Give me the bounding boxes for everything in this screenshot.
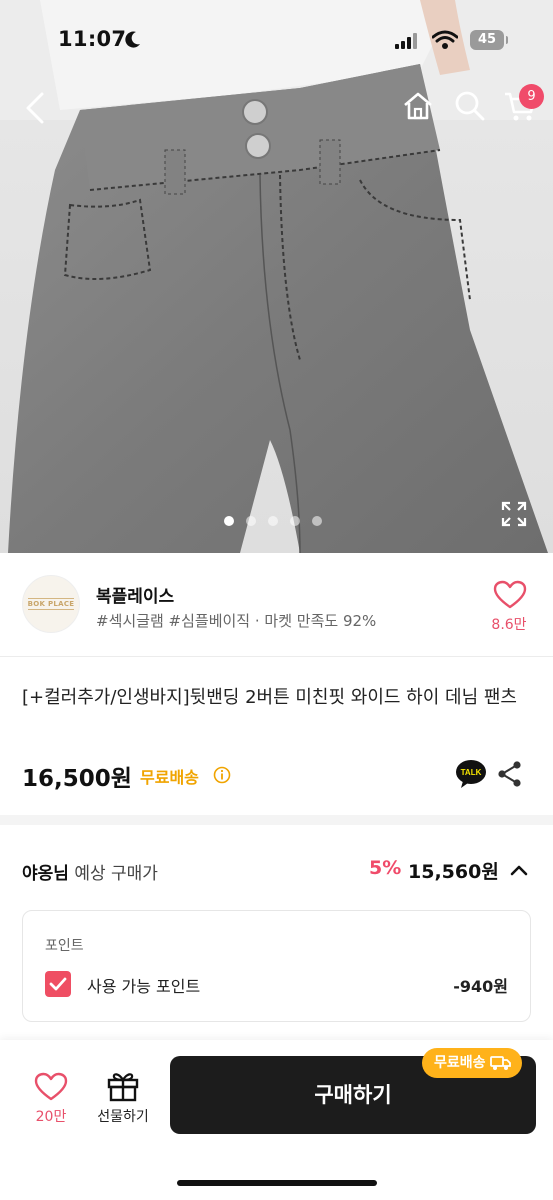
seller-tags: #섹시글램 #심플베이직 · 마켓 만족도 92% xyxy=(96,612,377,630)
free-shipping-badge-text: 무료배송 xyxy=(434,1055,486,1071)
usable-points-label: 사용 가능 포인트 xyxy=(87,977,201,996)
expected-price-label: 야옹님 예상 구매가 xyxy=(22,859,158,884)
usable-points-value: -940원 xyxy=(453,977,508,996)
cellular-signal-icon xyxy=(395,33,417,49)
use-points-checkbox[interactable] xyxy=(45,971,71,997)
home-indicator xyxy=(177,1180,377,1186)
truck-icon xyxy=(489,1056,511,1070)
wifi-icon xyxy=(432,30,458,49)
gift-icon[interactable] xyxy=(106,1070,140,1102)
search-icon[interactable] xyxy=(452,88,488,124)
carousel-dot[interactable] xyxy=(312,516,322,526)
talk-icon-label: TALK xyxy=(461,768,482,777)
carousel-pagination xyxy=(224,516,322,526)
seller-logo-text: BOK PLACE xyxy=(27,598,75,610)
carousel-dot[interactable] xyxy=(224,516,234,526)
store-like-heart-icon[interactable] xyxy=(493,580,527,610)
product-title: [+컬러추가/인생바지]뒷밴딩 2버튼 미친핏 와이드 하이 데님 팬츠 xyxy=(22,687,517,708)
expected-final-price: 15,560원 xyxy=(408,861,499,883)
carousel-dot[interactable] xyxy=(246,516,256,526)
battery-indicator: 45 xyxy=(470,30,508,50)
product-info-section: [+컬러추가/인생바지]뒷밴딩 2버튼 미친핏 와이드 하이 데님 팬츠 16,… xyxy=(0,657,553,825)
expected-price-text: 예상 구매가 xyxy=(74,864,158,884)
kakao-talk-icon[interactable]: TALK xyxy=(455,759,487,789)
free-shipping-badge: 무료배송 xyxy=(422,1048,522,1078)
status-time: 11:07 xyxy=(58,27,127,51)
user-nickname: 야옹님 xyxy=(22,864,69,884)
moon-icon xyxy=(125,31,140,48)
checkmark-icon xyxy=(49,977,67,991)
share-icon[interactable] xyxy=(497,760,523,788)
seller-logo[interactable]: BOK PLACE xyxy=(22,575,80,633)
free-shipping-label: 무료배송 xyxy=(140,768,199,787)
points-card: 포인트 사용 가능 포인트 -940원 xyxy=(22,910,531,1022)
info-icon[interactable] xyxy=(213,766,231,784)
fullscreen-expand-icon[interactable] xyxy=(500,500,528,528)
discount-rate: 5% xyxy=(369,857,402,879)
product-image-carousel[interactable]: 11:07 45 9 xyxy=(0,0,553,553)
expected-price-row[interactable]: 야옹님 예상 구매가 5% 15,560원 xyxy=(0,835,553,905)
cart-count-badge: 9 xyxy=(519,84,544,109)
carousel-dot[interactable] xyxy=(268,516,278,526)
product-like-count: 20만 xyxy=(35,1109,67,1125)
back-arrow-icon[interactable] xyxy=(18,88,54,128)
seller-section[interactable]: BOK PLACE 복플레이스 #섹시글램 #심플베이직 · 마켓 만족도 92… xyxy=(0,553,553,657)
product-like-heart-icon[interactable] xyxy=(34,1072,68,1102)
seller-name[interactable]: 복플레이스 xyxy=(96,582,174,607)
points-title: 포인트 xyxy=(45,938,84,954)
bottom-action-bar: 20만 선물하기 구매하기 무료배송 xyxy=(0,1040,553,1200)
store-like-count: 8.6만 xyxy=(491,617,527,633)
carousel-dot[interactable] xyxy=(290,516,300,526)
status-bar: 11:07 45 xyxy=(0,0,553,84)
gift-label[interactable]: 선물하기 xyxy=(86,1106,160,1126)
home-icon[interactable] xyxy=(400,88,436,124)
product-price: 16,500원 xyxy=(22,766,132,792)
chevron-up-icon[interactable] xyxy=(508,859,530,881)
